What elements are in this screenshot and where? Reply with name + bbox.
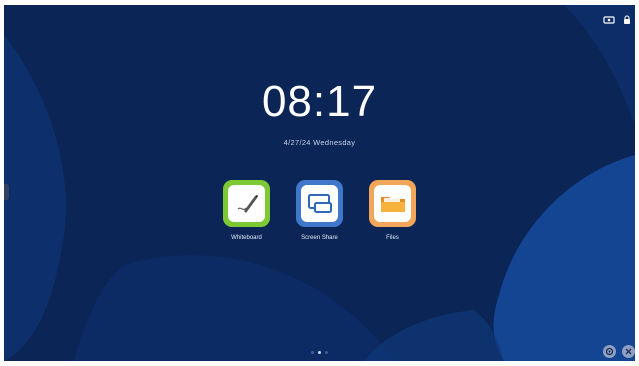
home-screen: 08:17 4/27/24 Wednesday Whiteboard Scree… (4, 5, 635, 361)
app-label-screen-share: Screen Share (301, 235, 338, 241)
folder-icon (374, 185, 411, 222)
network-icon[interactable] (603, 15, 615, 25)
settings-button[interactable] (603, 345, 616, 358)
app-label-files: Files (386, 235, 399, 241)
page-dot-3[interactable] (325, 351, 328, 354)
app-screen-share-tile[interactable] (296, 180, 343, 227)
tools-button[interactable] (622, 345, 635, 358)
side-drawer-handle[interactable] (4, 184, 9, 200)
app-whiteboard-tile[interactable] (223, 180, 270, 227)
app-files-tile[interactable] (369, 180, 416, 227)
corner-buttons (603, 345, 635, 358)
app-launcher: Whiteboard Screen Share Files (4, 180, 635, 241)
screen-share-icon (301, 185, 338, 222)
page-indicator (4, 351, 635, 354)
app-whiteboard[interactable]: Whiteboard (223, 180, 271, 241)
page-dot-1[interactable] (311, 351, 314, 354)
lock-icon[interactable] (623, 15, 631, 25)
app-screen-share[interactable]: Screen Share (296, 180, 344, 241)
app-files[interactable]: Files (369, 180, 417, 241)
page-dot-2[interactable] (318, 351, 321, 354)
clock-time: 08:17 (261, 77, 378, 126)
tools-icon (625, 348, 632, 355)
gear-icon (605, 347, 614, 356)
app-label-whiteboard: Whiteboard (231, 235, 262, 241)
clock-date: 4/27/24 Wednesday (283, 138, 356, 147)
status-bar (603, 15, 631, 25)
whiteboard-pen-icon (228, 185, 265, 222)
